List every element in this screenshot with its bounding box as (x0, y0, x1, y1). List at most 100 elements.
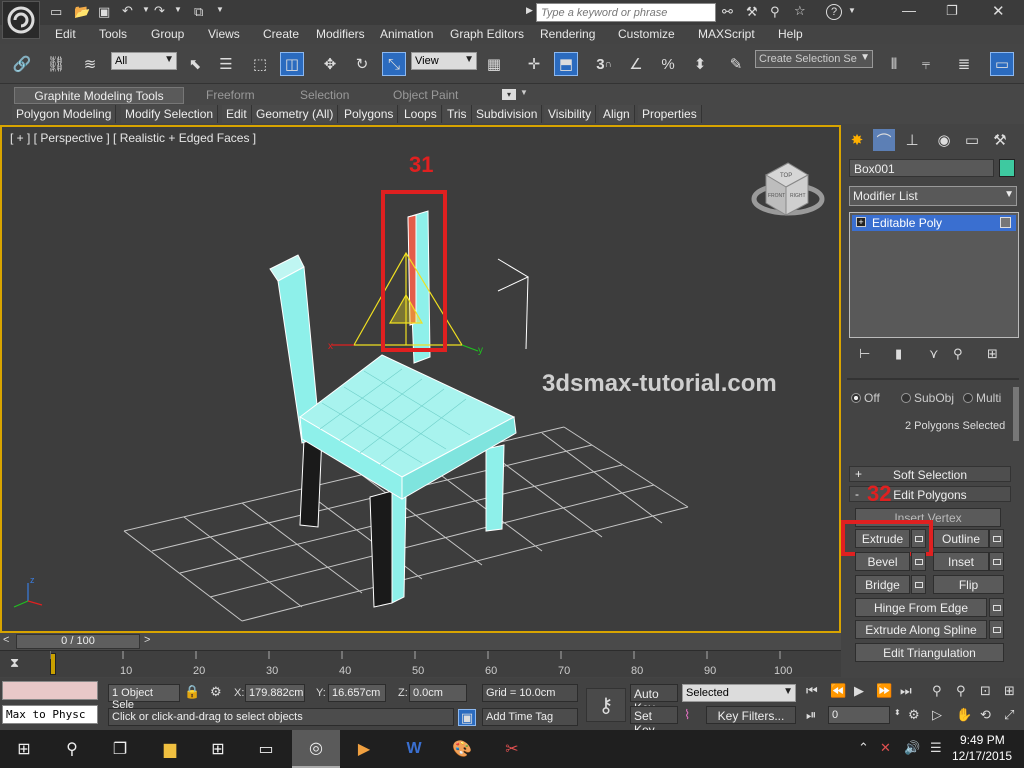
paint-icon[interactable]: 🎨 (438, 730, 486, 768)
help-dropdown-icon[interactable]: ▼ (848, 6, 856, 15)
make-unique-icon[interactable]: ⋎ (929, 346, 939, 362)
rollout-soft-selection[interactable]: + Soft Selection (849, 466, 1011, 482)
add-time-tag[interactable]: Add Time Tag (482, 708, 578, 726)
goto-start-icon[interactable]: ⏮ (806, 683, 818, 699)
panel-tris[interactable]: Tris (443, 105, 472, 123)
menu-customize[interactable]: Customize (618, 27, 675, 41)
menu-maxscript[interactable]: MAXScript (698, 27, 755, 41)
select-rotate-icon[interactable]: ↻ (350, 52, 374, 76)
bevel-button[interactable]: Bevel (855, 552, 910, 571)
panel-visibility[interactable]: Visibility (544, 105, 597, 123)
play-icon[interactable]: ▶ (854, 683, 864, 699)
network-icon[interactable]: ✕ (880, 740, 891, 756)
search-input[interactable]: Type a keyword or phrase (536, 3, 716, 22)
start-windows-icon[interactable]: ⊞ (0, 730, 48, 768)
orbit-icon[interactable]: ⟲ (980, 707, 991, 723)
select-move-icon[interactable]: ✥ (318, 52, 342, 76)
pivot-center-icon[interactable]: ▦ (482, 52, 506, 76)
app-logo-icon[interactable] (2, 1, 40, 39)
named-selection-dropdown[interactable]: Create Selection Se ▼ (755, 50, 873, 68)
help-icon[interactable]: ? (826, 4, 842, 20)
save-icon[interactable]: ▣ (98, 4, 110, 20)
absolute-mode-icon[interactable]: ⚙ (210, 684, 222, 700)
menu-graph-editors[interactable]: Graph Editors (450, 27, 524, 41)
time-next-icon[interactable]: > (144, 634, 150, 646)
panel-loops[interactable]: Loops (400, 105, 442, 123)
extrude-along-spline-button[interactable]: Extrude Along Spline (855, 620, 987, 639)
inset-button[interactable]: Inset (933, 552, 989, 571)
stack-item-toggle-icon[interactable] (1000, 217, 1011, 228)
zoom-all-icon[interactable]: ⚲ (956, 683, 966, 699)
tab-freeform[interactable]: Freeform (200, 87, 261, 104)
maxscript-listener-output[interactable] (2, 681, 98, 700)
spinner-snap-icon[interactable]: ⬍ (688, 52, 712, 76)
file-explorer-icon[interactable]: ▆ (146, 730, 194, 768)
expand-plus-icon[interactable]: + (856, 217, 866, 227)
minimize-icon[interactable]: — (902, 2, 916, 18)
close-icon[interactable]: ✕ (992, 2, 1005, 20)
bridge-button[interactable]: Bridge (855, 575, 910, 594)
window-crossing-icon[interactable]: ◫ (280, 52, 304, 76)
graphite-toggle-icon[interactable]: ▭ (990, 52, 1014, 76)
menu-group[interactable]: Group (151, 27, 184, 41)
panel-modify-selection[interactable]: Modify Selection (121, 105, 219, 123)
auto-key-button[interactable]: Auto Key (630, 684, 678, 715)
key-mode-toggle-icon[interactable]: ⏯ (806, 707, 816, 723)
menu-views[interactable]: Views (208, 27, 240, 41)
softsel-off-radio[interactable]: Off (851, 391, 880, 405)
edit-triangulation-button-visible[interactable]: Edit Triangulation (855, 643, 1004, 662)
restore-icon[interactable]: ❐ (946, 3, 958, 19)
panel-polygon-modeling[interactable]: Polygon Modeling (12, 105, 117, 123)
selection-filter-dropdown[interactable]: All ▼ (111, 52, 177, 70)
ribbon-options-icon[interactable]: ▾ (502, 89, 516, 100)
word-icon[interactable]: W (390, 730, 438, 768)
tab-graphite-modeling-tools[interactable]: Graphite Modeling Tools (14, 87, 184, 104)
extrude-spline-settings-button[interactable] (989, 620, 1004, 639)
binoculars-icon[interactable]: ⚯ (722, 4, 733, 20)
y-coordinate-field[interactable]: 16.657cm (328, 684, 386, 702)
communication-icon[interactable]: ⚲ (770, 4, 780, 20)
panel-align[interactable]: Align (599, 105, 635, 123)
panel-polygons[interactable]: Polygons (340, 105, 399, 123)
layer-manager-icon[interactable]: ≣ (952, 52, 976, 76)
quick-access-dropdown-icon[interactable]: ▼ (216, 5, 224, 14)
x-coordinate-field[interactable]: 179.882cm (245, 684, 305, 702)
store-icon[interactable]: ⊞ (194, 730, 242, 768)
modify-tab-icon[interactable]: ⌒ (873, 129, 895, 151)
menu-animation[interactable]: Animation (380, 27, 433, 41)
key-selection-dropdown[interactable]: Selected ▼ (682, 684, 796, 702)
isolate-selection-icon[interactable]: ▣ (458, 709, 476, 726)
select-object-icon[interactable]: ⬉ (183, 52, 207, 76)
undo-dropdown-icon[interactable]: ▼ (142, 5, 150, 14)
menu-rendering[interactable]: Rendering (540, 27, 595, 41)
next-frame-icon[interactable]: ⏩ (876, 683, 892, 699)
panel-edit[interactable]: Edit (222, 105, 252, 123)
maximize-viewport-icon[interactable]: ⤢ (1004, 707, 1014, 723)
task-view-icon[interactable]: ❐ (96, 730, 144, 768)
clock-time[interactable]: 9:49 PM (960, 733, 1005, 747)
search-expand-icon[interactable]: ▶ (526, 5, 533, 16)
open-folder-icon[interactable]: 📂 (74, 4, 90, 20)
goto-end-icon[interactable]: ⏭ (900, 683, 912, 699)
hierarchy-tab-icon[interactable]: ⊥ (901, 129, 923, 151)
modifier-list-dropdown[interactable]: Modifier List ▼ (849, 186, 1017, 206)
show-end-result-icon[interactable]: ▮ (895, 346, 902, 362)
search-icon[interactable]: ⚲ (48, 730, 96, 768)
volume-icon[interactable]: 🔊 (904, 740, 920, 756)
set-key-button[interactable]: Set Key (630, 706, 678, 737)
configure-sets-icon[interactable]: ⊞ (987, 346, 998, 362)
subscription-icon[interactable]: ⚒ (746, 4, 758, 20)
rectangular-selection-icon[interactable]: ⬚ (248, 52, 272, 76)
panel-subdivision[interactable]: Subdivision (472, 105, 543, 123)
time-configuration-icon[interactable]: ⚙ (908, 707, 920, 723)
previous-frame-icon[interactable]: ⏪ (830, 683, 846, 699)
undo-icon[interactable]: ↶ (122, 3, 133, 19)
set-key-mode-icon[interactable]: ⚷ (586, 688, 626, 722)
field-of-view-icon[interactable]: ▷ (932, 707, 942, 723)
create-tab-icon[interactable]: ✸ (846, 129, 868, 151)
default-tangent-icon[interactable]: ⌇ (684, 707, 690, 723)
track-bar-toggle-icon[interactable]: ⧗ (10, 655, 19, 671)
clock-date[interactable]: 12/17/2015 (952, 749, 1012, 763)
bridge-settings-button[interactable] (911, 575, 926, 594)
select-scale-icon[interactable]: ⤡ (382, 52, 406, 76)
